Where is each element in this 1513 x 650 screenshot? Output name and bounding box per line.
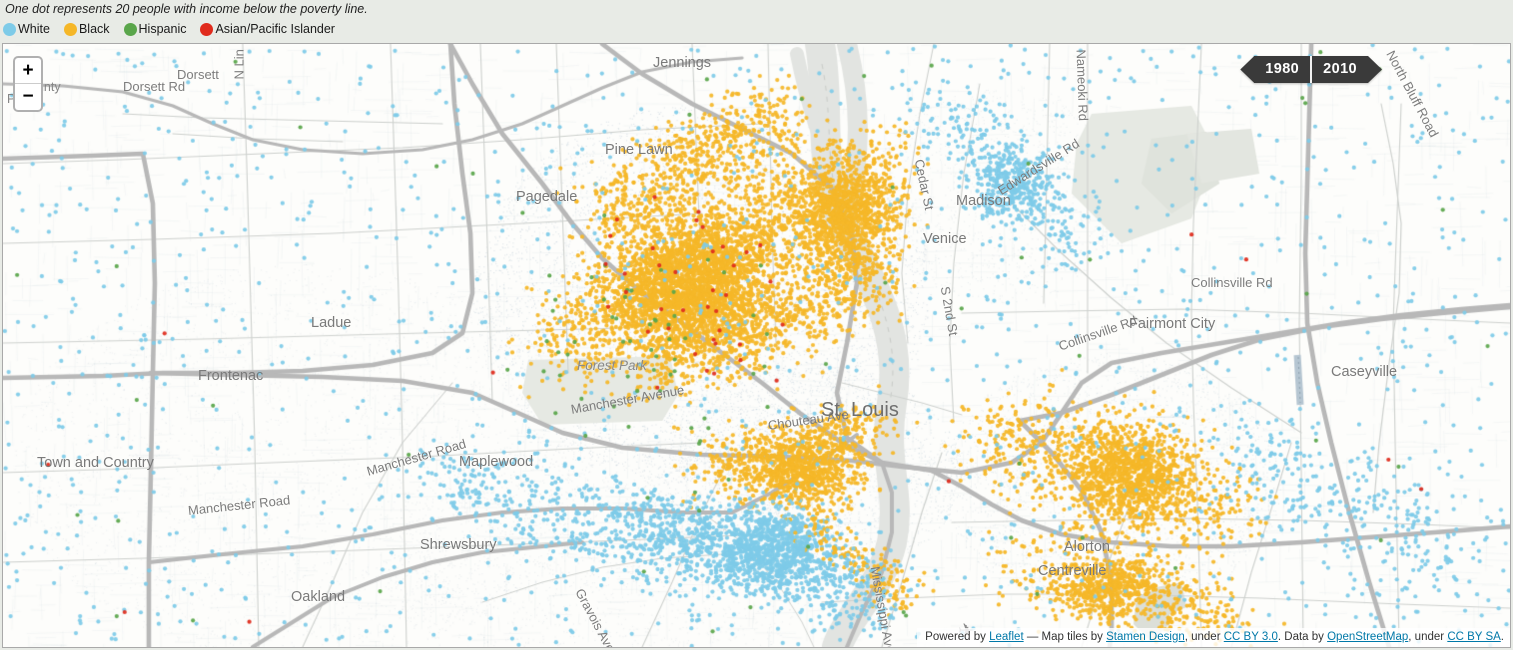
- map-tiles-and-dots[interactable]: [3, 44, 1510, 647]
- attribution-under-1: , under: [1184, 631, 1221, 643]
- attribution-period: .: [1500, 631, 1504, 643]
- legend-label: Black: [78, 22, 110, 36]
- legend-label: Asian/Pacific Islander: [215, 22, 335, 36]
- year-button-2010[interactable]: 2010: [1310, 56, 1368, 83]
- zoom-in-button[interactable]: +: [15, 58, 41, 84]
- year-toggle[interactable]: 1980 2010: [1240, 56, 1382, 83]
- year-toggle-left-cap: [1240, 56, 1255, 83]
- legend-item-black[interactable]: Black: [63, 22, 110, 36]
- race-legend: White Black Hispanic Asian/Pacific Islander: [3, 22, 349, 36]
- cc-by-30-link[interactable]: CC BY 3.0: [1224, 631, 1278, 643]
- zoom-control[interactable]: + −: [13, 56, 43, 112]
- cc-by-sa-link[interactable]: CC BY SA: [1447, 631, 1500, 643]
- legend-item-hispanic[interactable]: Hispanic: [123, 22, 187, 36]
- legend-item-asian-pacific-islander[interactable]: Asian/Pacific Islander: [200, 22, 335, 36]
- map-caption: One dot represents 20 people with income…: [5, 2, 368, 16]
- zoom-out-button[interactable]: −: [15, 84, 41, 110]
- openstreetmap-link[interactable]: OpenStreetMap: [1327, 631, 1408, 643]
- legend-item-white[interactable]: White: [3, 22, 50, 36]
- attribution-dash: —: [1026, 631, 1039, 643]
- year-toggle-right-cap: [1368, 56, 1382, 83]
- stamen-design-link[interactable]: Stamen Design: [1106, 631, 1185, 643]
- legend-label: White: [18, 22, 50, 36]
- map-container[interactable]: CountyPaDorsett RdDorsettN LinJenningsPi…: [2, 43, 1511, 648]
- legend-header: One dot represents 20 people with income…: [0, 0, 1513, 43]
- legend-label: Hispanic: [138, 22, 187, 36]
- attribution-powered-by: Powered by: [925, 631, 986, 643]
- attribution-tiles-by: Map tiles by: [1041, 631, 1103, 643]
- attribution-bar: Powered by Leaflet — Map tiles by Stamen…: [917, 628, 1510, 647]
- leaflet-link[interactable]: Leaflet: [989, 631, 1024, 643]
- attribution-under-2: , under: [1408, 631, 1445, 643]
- dot-icon: [63, 22, 77, 36]
- dot-icon: [3, 22, 16, 36]
- attribution-data-by: . Data by: [1277, 631, 1324, 643]
- poverty-dot-map-app: One dot represents 20 people with income…: [0, 0, 1513, 650]
- dot-icon: [200, 22, 214, 36]
- dot-icon: [123, 22, 137, 36]
- year-button-1980[interactable]: 1980: [1254, 56, 1311, 83]
